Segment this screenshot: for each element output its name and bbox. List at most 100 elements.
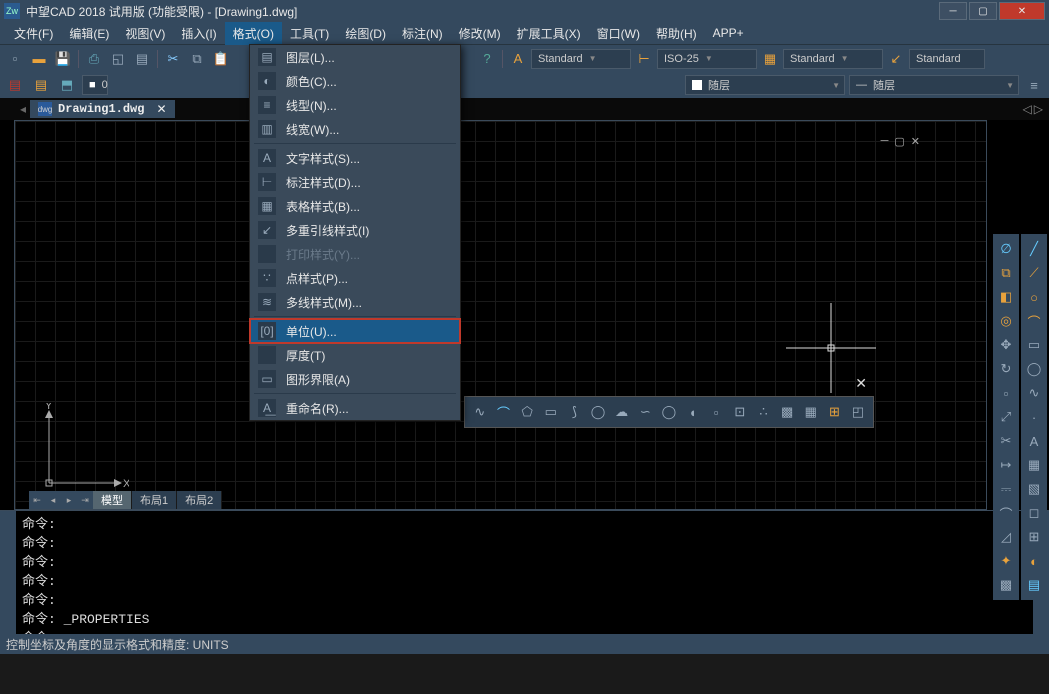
menu-编辑[interactable]: 编辑(E)	[61, 22, 117, 45]
menu-窗口[interactable]: 窗口(W)	[589, 22, 648, 45]
menu-item[interactable]: [0]单位(U)...	[250, 319, 460, 343]
spline-icon[interactable]: ∿	[1023, 382, 1045, 404]
menu-item[interactable]: ◐颜色(C)...	[250, 69, 460, 93]
menu-帮助[interactable]: 帮助(H)	[648, 22, 705, 45]
mleader-style-combo[interactable]: Standard	[909, 49, 985, 69]
fp-rect-icon[interactable]: ▭	[540, 401, 562, 423]
open-icon[interactable]: ▬	[28, 48, 50, 70]
fp-spline-icon[interactable]: ∿	[469, 401, 491, 423]
textstyle-icon[interactable]: A	[507, 48, 529, 70]
copy-icon[interactable]: ⧉	[186, 48, 208, 70]
print-icon[interactable]: ⎙	[83, 48, 105, 70]
scale-icon[interactable]: ▫	[995, 382, 1017, 404]
mirror-icon[interactable]: ◧	[995, 286, 1017, 308]
layer-manager-icon[interactable]: ▤	[4, 74, 26, 96]
mleaderstyle-icon[interactable]: ↙	[885, 48, 907, 70]
erase-icon[interactable]: ∅	[995, 238, 1017, 260]
viewport-restore-icon[interactable]: ▢	[894, 135, 904, 148]
command-window[interactable]: 命令: 命令: 命令: 命令: 命令: 命令: _PROPERTIES 命令:	[0, 510, 1049, 634]
viewport-close-icon[interactable]: ✕	[911, 135, 920, 148]
viewport-minimize-icon[interactable]: ─	[881, 135, 889, 148]
save-icon[interactable]: 💾	[52, 48, 74, 70]
command-text[interactable]: 命令: 命令: 命令: 命令: 命令: 命令: _PROPERTIES 命令:	[16, 511, 1033, 634]
fp-point-icon[interactable]: ∴	[753, 401, 775, 423]
doc-nav-right-icon[interactable]: ▷	[1034, 102, 1043, 116]
menu-item[interactable]: ≋多线样式(M)...	[250, 290, 460, 314]
fp-table-icon[interactable]: ⊞	[824, 401, 846, 423]
circle-icon[interactable]: ○	[1023, 286, 1045, 308]
dimstyle-icon[interactable]: ⊢	[633, 48, 655, 70]
menu-扩展工具[interactable]: 扩展工具(X)	[509, 22, 589, 45]
move-icon[interactable]: ✥	[995, 334, 1017, 356]
menu-标注[interactable]: 标注(N)	[394, 22, 451, 45]
line-icon[interactable]: ╱	[1023, 238, 1045, 260]
trim-icon[interactable]: ✂	[995, 430, 1017, 452]
menu-工具[interactable]: 工具(T)	[282, 22, 337, 45]
help-icon[interactable]: ?	[476, 48, 498, 70]
region-icon[interactable]: ▧	[1023, 478, 1045, 500]
menu-item[interactable]: 厚度(T)	[250, 343, 460, 367]
table-style-combo[interactable]: Standard▼	[783, 49, 883, 69]
copy-obj-icon[interactable]: ⧉	[995, 262, 1017, 284]
maximize-button[interactable]: ▢	[969, 2, 997, 20]
break-icon[interactable]: ⎓	[995, 478, 1017, 500]
tablestyle-icon[interactable]: ▦	[759, 48, 781, 70]
fillet-icon[interactable]: ⌒	[995, 502, 1017, 524]
layout-tab[interactable]: 模型	[93, 491, 132, 509]
dim-style-combo[interactable]: ISO-25▼	[657, 49, 757, 69]
fp-text-icon[interactable]: ◰	[847, 401, 869, 423]
stretch-icon[interactable]: ⤢	[995, 406, 1017, 428]
layer-lock-icon[interactable]: ⬒	[56, 74, 78, 96]
insert-icon[interactable]: ⊞	[1023, 526, 1045, 548]
rect-icon[interactable]: ▭	[1023, 334, 1045, 356]
close-button[interactable]: ✕	[999, 2, 1045, 20]
menu-item[interactable]: ▭图形界限(A)	[250, 367, 460, 391]
fp-cloud-icon[interactable]: ☁	[611, 401, 633, 423]
pline-icon[interactable]: ⟋	[1023, 262, 1045, 284]
layout-tab[interactable]: 布局1	[132, 491, 177, 509]
menu-格式[interactable]: 格式(O)	[225, 22, 282, 45]
point-icon[interactable]: ·	[1023, 406, 1045, 428]
chamfer-icon[interactable]: ◿	[995, 526, 1017, 548]
menu-视图[interactable]: 视图(V)	[117, 22, 173, 45]
menu-插入[interactable]: 插入(I)	[173, 22, 224, 45]
menu-item[interactable]: A文字样式(S)...	[250, 146, 460, 170]
fp-block-icon[interactable]: ▫	[705, 401, 727, 423]
cut-icon[interactable]: ✂	[162, 48, 184, 70]
layer-state-icon[interactable]: ▤	[30, 74, 52, 96]
gradient-icon[interactable]: ◐	[1023, 550, 1045, 572]
rotate-icon[interactable]: ↻	[995, 358, 1017, 380]
fp-arc-icon[interactable]: ⌒	[493, 401, 515, 423]
doc-nav-left-icon[interactable]: ◁	[1023, 102, 1032, 116]
layout-first-icon[interactable]: ⇤	[29, 495, 45, 506]
layout-prev-icon[interactable]: ◂	[45, 495, 61, 506]
text-style-combo[interactable]: Standard▼	[531, 49, 631, 69]
new-icon[interactable]: ▫	[4, 48, 26, 70]
fp-insert-icon[interactable]: ⊡	[729, 401, 751, 423]
lineweight-combo[interactable]: — 随层 ▼	[849, 75, 1019, 95]
menu-文件[interactable]: 文件(F)	[6, 22, 61, 45]
menu-item[interactable]: ▦表格样式(B)...	[250, 194, 460, 218]
fp-circle-icon[interactable]: ◯	[587, 401, 609, 423]
text-icon[interactable]: A	[1023, 430, 1045, 452]
menu-item[interactable]: ▥线宽(W)...	[250, 117, 460, 141]
fp-earc-icon[interactable]: ◖	[682, 401, 704, 423]
offset-icon[interactable]: ◎	[995, 310, 1017, 332]
hatch-icon[interactable]: ▩	[995, 574, 1017, 596]
layer-current-combo[interactable]: ■0	[82, 75, 108, 95]
fp-polygon-icon[interactable]: ⬠	[516, 401, 538, 423]
menu-item[interactable]: ≡线型(N)...	[250, 93, 460, 117]
menu-app+[interactable]: APP+	[705, 23, 752, 43]
arc-icon[interactable]: ⌒	[1023, 310, 1045, 332]
lineweight-display-icon[interactable]: ≡	[1023, 74, 1045, 96]
menu-item[interactable]: ↙多重引线样式(I)	[250, 218, 460, 242]
menu-item[interactable]: ∵点样式(P)...	[250, 266, 460, 290]
ellipse-icon[interactable]: ◯	[1023, 358, 1045, 380]
extend-icon[interactable]: ↦	[995, 454, 1017, 476]
fp-ellipse-icon[interactable]: ◯	[658, 401, 680, 423]
menu-修改[interactable]: 修改(M)	[451, 22, 509, 45]
table-icon[interactable]: ▦	[1023, 454, 1045, 476]
plot-icon[interactable]: ▤	[131, 48, 153, 70]
palette-close-icon[interactable]: ✕	[855, 375, 867, 392]
properties-icon[interactable]: ▤	[1023, 574, 1045, 596]
